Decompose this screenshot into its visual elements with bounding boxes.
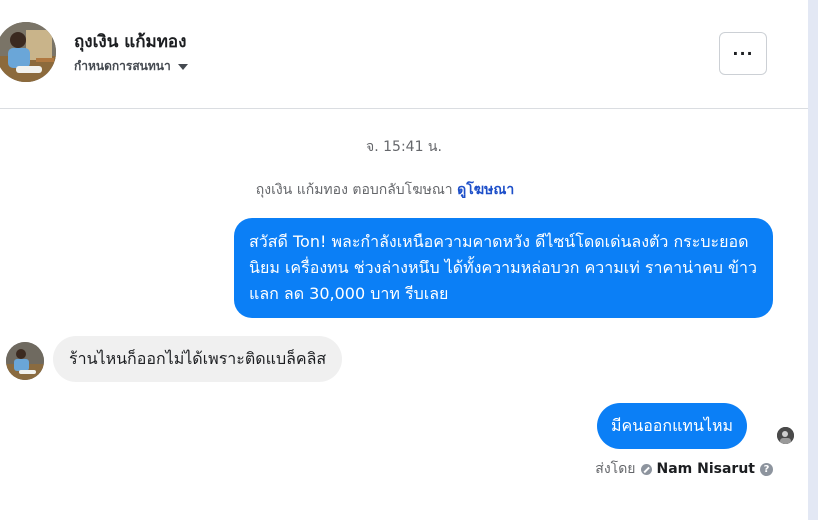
avatar[interactable] <box>0 22 56 82</box>
more-options-button[interactable]: ··· <box>719 32 767 75</box>
help-icon[interactable]: ? <box>760 462 773 476</box>
read-receipt-photo <box>777 427 794 444</box>
messenger-conversation: ถุงเงิน แก้มทอง กำหนดการสนทนา ··· จ. 15:… <box>0 0 818 520</box>
scrollbar-track[interactable] <box>808 0 818 520</box>
sender-avatar[interactable] <box>6 342 44 380</box>
incoming-message-bubble[interactable]: ร้านไหนก็ออกไม่ได้เพราะติดแบล็คลิส <box>53 336 343 382</box>
conversation-options-label: กำหนดการสนทนา <box>74 59 171 73</box>
sender-name: Nam Nisarut <box>656 461 756 477</box>
read-receipt-avatar <box>777 427 794 444</box>
conversation-header: ถุงเงิน แก้มทอง กำหนดการสนทนา ··· <box>0 0 808 109</box>
view-ad-link[interactable]: ดูโฆษณา <box>457 182 514 198</box>
outgoing-message-bubble[interactable]: สวัสดี Ton! พละกำลังเหนือความคาดหวัง ดีไ… <box>234 218 773 318</box>
ad-reply-notice: ถุงเงิน แก้มทอง ตอบกลับโฆษณา ดูโฆษณา <box>0 179 770 201</box>
caret-down-icon <box>177 63 188 70</box>
more-icon: ··· <box>732 44 754 63</box>
contact-name[interactable]: ถุงเงิน แก้มทอง <box>74 28 186 55</box>
sent-by-label: ส่งโดย <box>595 461 636 477</box>
blocked-icon <box>640 463 652 475</box>
conversation-options-dropdown[interactable]: กำหนดการสนทนา <box>74 57 188 76</box>
sent-by-info: ส่งโดย Nam Nisarut ? <box>0 458 773 480</box>
avatar-photo <box>0 22 56 82</box>
outgoing-message-bubble[interactable]: มีคนออกแทนไหม <box>597 403 748 449</box>
ad-reply-text: ถุงเงิน แก้มทอง ตอบกลับโฆษณา <box>255 182 453 198</box>
message-timestamp: จ. 15:41 น. <box>366 139 442 155</box>
sender-avatar-photo <box>6 342 44 380</box>
